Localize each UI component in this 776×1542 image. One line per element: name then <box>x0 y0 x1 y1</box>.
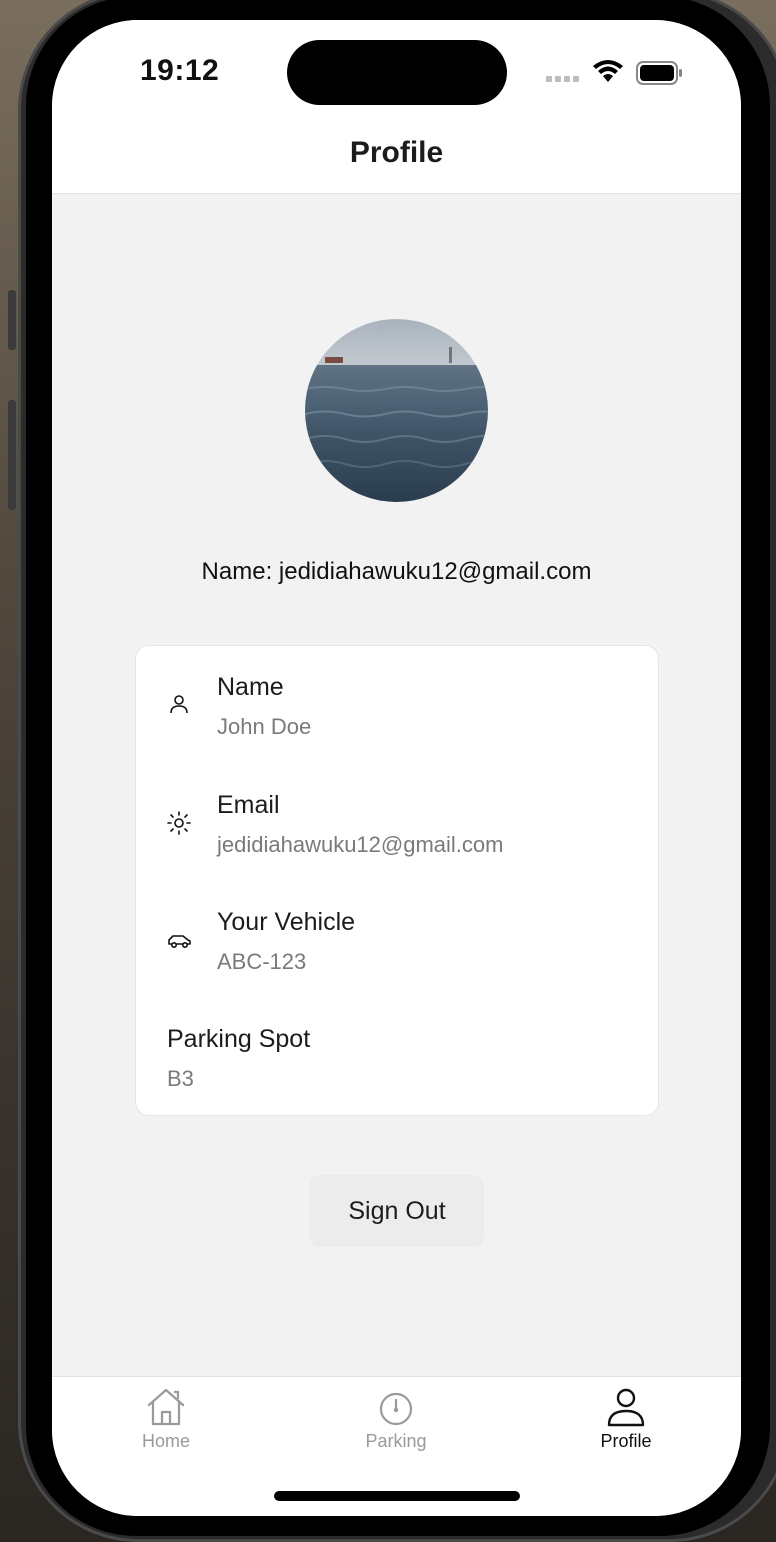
phone-screen: 19:12 Profile Name: jedidiahawuku12@gmai… <box>52 20 741 1516</box>
person-icon <box>170 695 188 714</box>
tab-parking[interactable]: Parking <box>326 1385 466 1452</box>
page-title: Profile <box>349 136 444 169</box>
avatar-photo <box>305 319 488 502</box>
detail-label: Name <box>217 673 284 701</box>
dynamic-island <box>287 40 507 105</box>
detail-label: Your Vehicle <box>217 908 356 936</box>
status-bar: 19:12 <box>52 20 741 120</box>
detail-label: Parking Spot <box>167 1025 311 1053</box>
detail-value: jedidiahawuku12@gmail.com <box>217 832 504 857</box>
tab-label: Home <box>141 1431 190 1451</box>
avatar[interactable] <box>305 319 488 502</box>
home-icon <box>147 1388 185 1426</box>
tab-home[interactable]: Home <box>96 1385 236 1452</box>
navigation-header: Profile <box>52 120 741 194</box>
side-button <box>8 290 16 350</box>
car-icon <box>168 935 191 949</box>
tab-profile[interactable]: Profile <box>556 1385 696 1452</box>
home-indicator[interactable] <box>274 1491 520 1501</box>
battery-icon <box>636 61 682 85</box>
detail-value: ABC-123 <box>217 949 307 974</box>
parking-gauge-icon <box>379 1392 413 1426</box>
wifi-icon <box>593 60 623 82</box>
person-icon <box>607 1388 645 1427</box>
status-time: 19:12 <box>140 54 220 87</box>
profile-details-card: Name John Doe Email jedidiahawuku12@gmai… <box>135 645 659 1116</box>
tab-label: Profile <box>600 1431 652 1451</box>
side-button <box>8 400 16 510</box>
tab-label: Parking <box>365 1431 427 1451</box>
cellular-signal-icon <box>546 76 579 82</box>
profile-name-line: Name: jedidiahawuku12@gmail.com <box>201 558 592 585</box>
sun-icon <box>167 811 191 835</box>
sign-out-button[interactable]: Sign Out <box>310 1175 484 1247</box>
detail-value: John Doe <box>217 714 312 739</box>
detail-label: Email <box>217 791 280 819</box>
detail-value: B3 <box>167 1066 194 1091</box>
